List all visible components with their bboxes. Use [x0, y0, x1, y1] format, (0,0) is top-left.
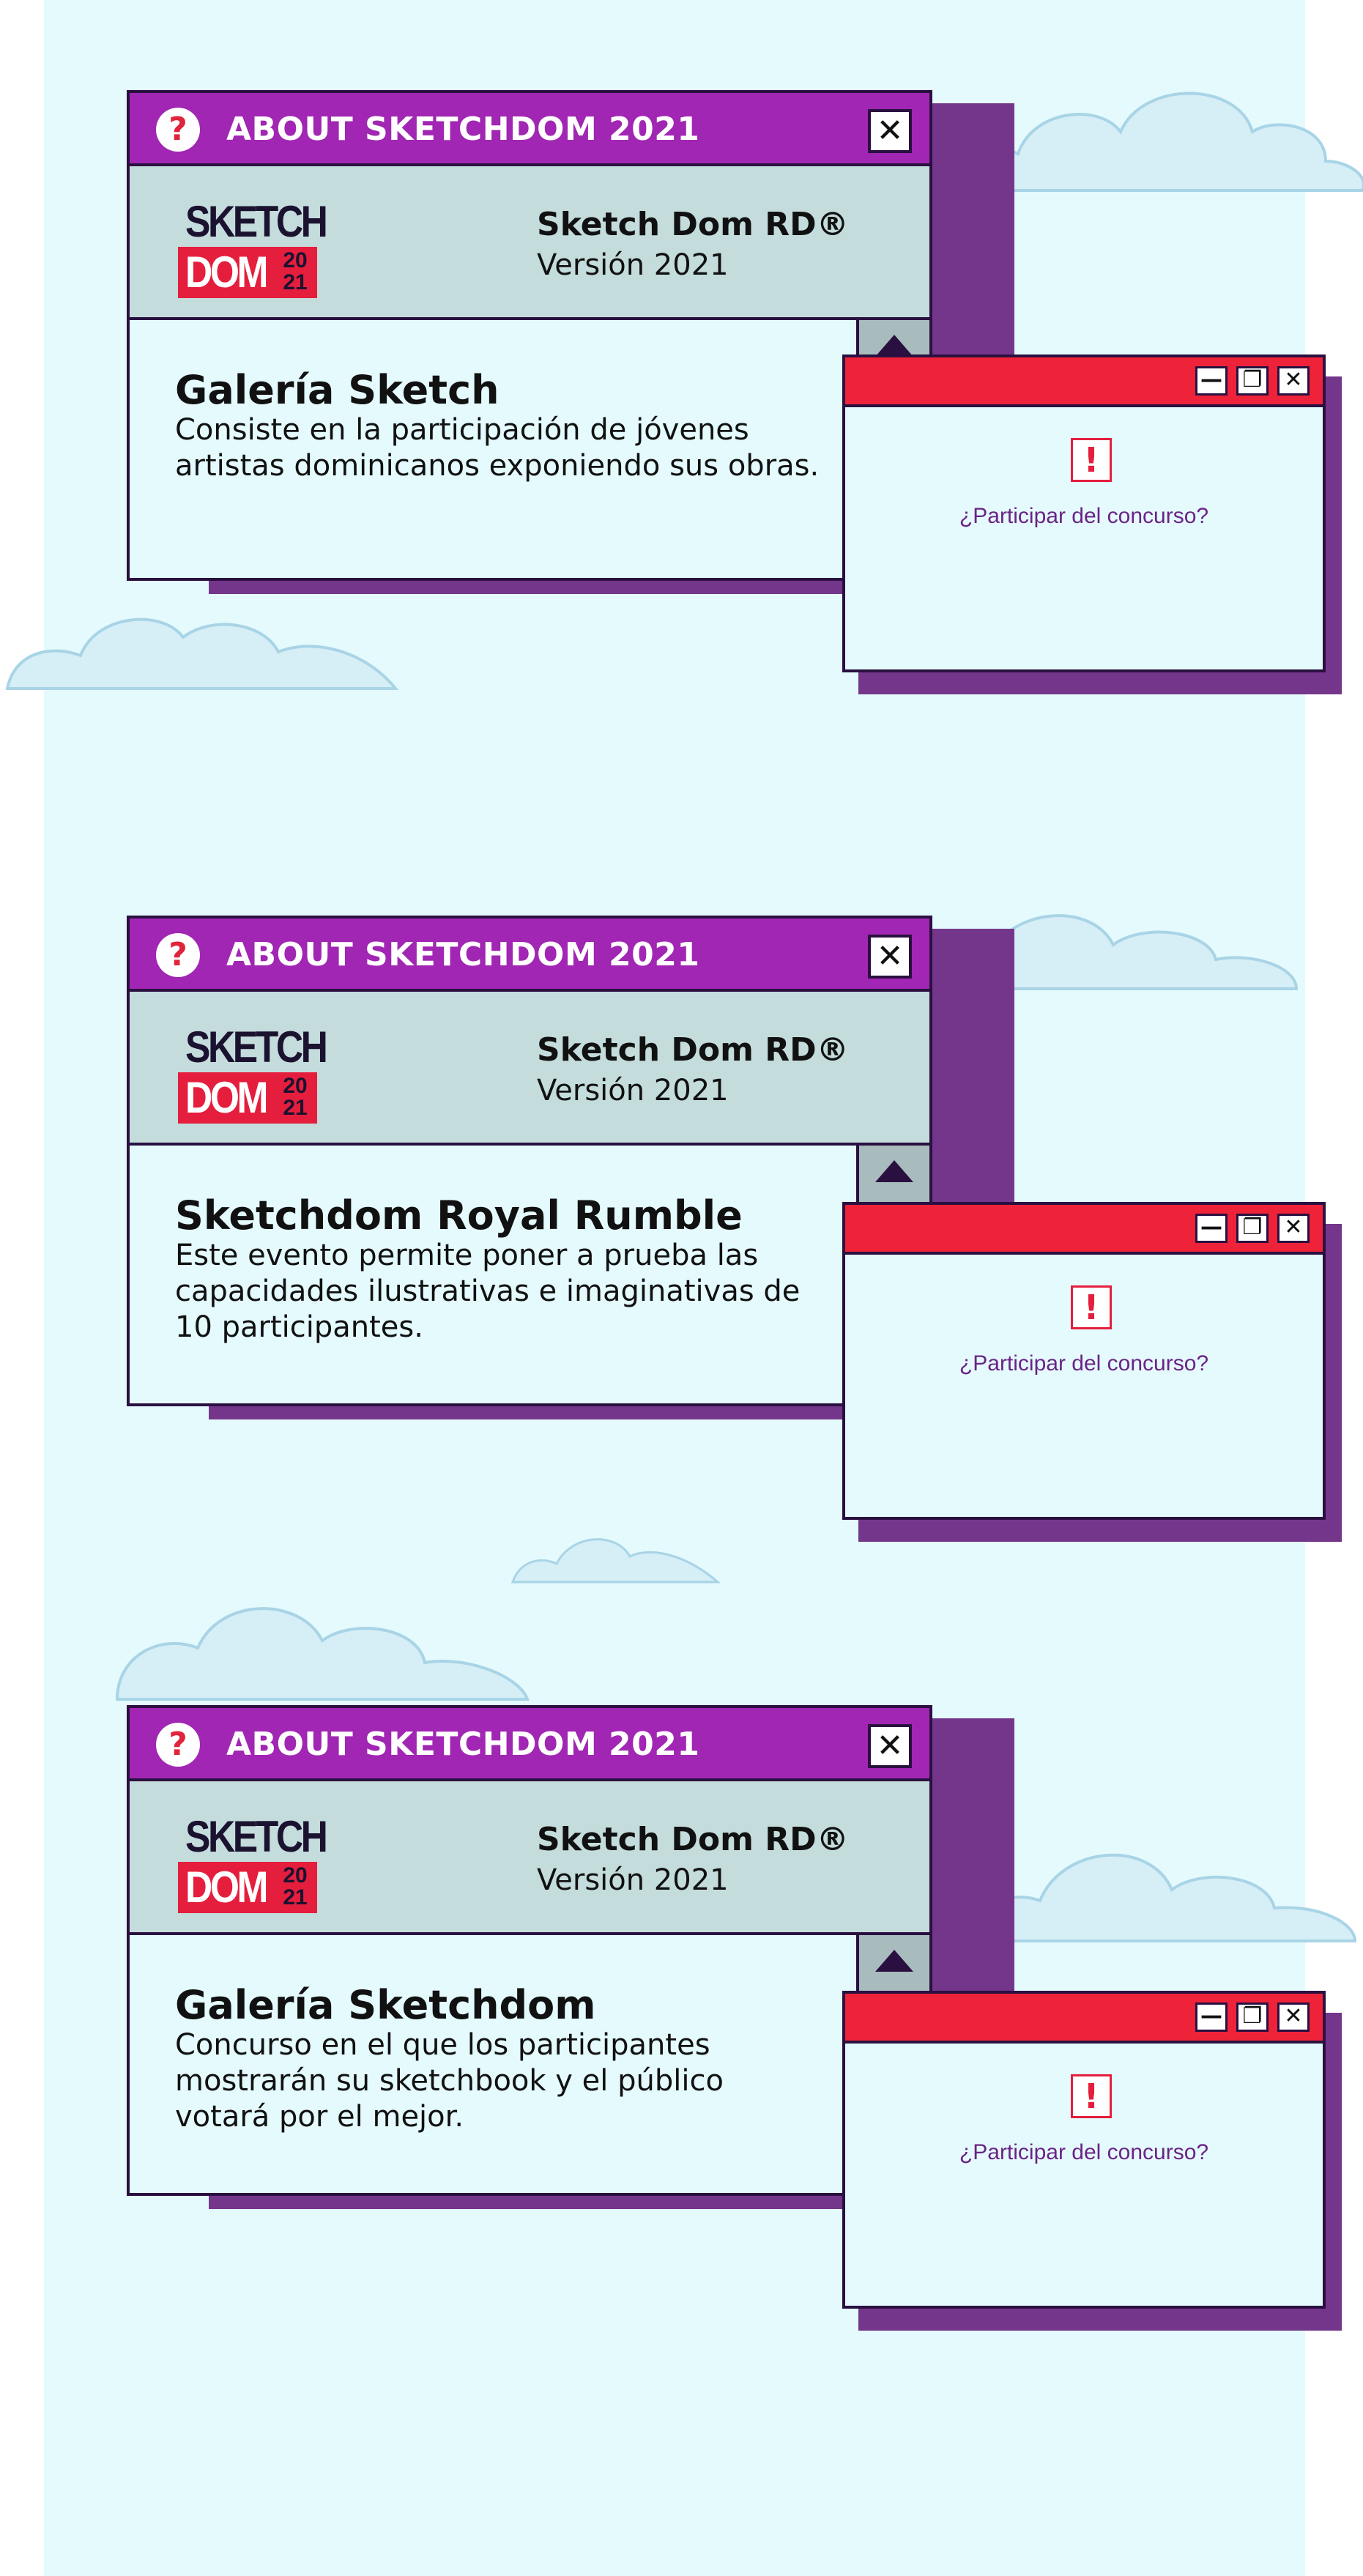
alert-dialog-frame: — ❐ ✕ ! ¿Participar del concurso? — [842, 1991, 1326, 2309]
event-title: Sketchdom Royal Rumble — [175, 1192, 743, 1239]
restore-icon[interactable]: ❐ — [1236, 1214, 1269, 1243]
exclamation-icon: ! — [1071, 438, 1112, 482]
event-title: Galería Sketch — [175, 367, 499, 413]
exclamation-icon: ! — [1071, 1285, 1112, 1329]
triangle-up-icon[interactable] — [875, 1160, 913, 1182]
cloud-decoration — [510, 1538, 721, 1584]
sketchdom-logo: SKETCH DOM 20 21 — [178, 198, 328, 298]
question-circle-icon: ? — [156, 933, 200, 977]
alert-dialog: — ❐ ✕ ! ¿Participar del concurso? — [842, 355, 1342, 694]
window-title: ABOUT SKETCHDOM 2021 — [226, 111, 700, 148]
triangle-up-icon[interactable] — [875, 1950, 913, 1972]
event-description: Este evento permite poner a prueba las c… — [175, 1239, 801, 1344]
contest-question-link[interactable]: ¿Participar del concurso? — [845, 2139, 1323, 2167]
contest-question-link[interactable]: ¿Participar del concurso? — [845, 1350, 1323, 1378]
event-content: Sketchdom Royal Rumble Este evento permi… — [130, 1146, 929, 1406]
window-title: ABOUT SKETCHDOM 2021 — [226, 1726, 700, 1763]
about-titlebar[interactable]: ? ABOUT SKETCHDOM 2021 ✕ — [130, 1708, 929, 1781]
about-window: ? ABOUT SKETCHDOM 2021 ✕ SKETCH DOM 20 21… — [127, 90, 1014, 594]
alert-dialog: — ❐ ✕ ! ¿Participar del concurso? — [842, 1202, 1342, 1542]
alert-dialog: — ❐ ✕ ! ¿Participar del concurso? — [842, 1991, 1342, 2331]
product-version: Versión 2021 — [537, 1863, 729, 1897]
about-window: ? ABOUT SKETCHDOM 2021 ✕ SKETCH DOM 20 21… — [127, 1705, 1014, 2209]
product-name: Sketch Dom RD® — [537, 1821, 849, 1858]
close-x-icon[interactable]: ✕ — [1277, 2002, 1310, 2032]
event-content: Galería Sketchdom Concurso en el que los… — [130, 1935, 929, 2196]
close-x-icon[interactable]: ✕ — [1277, 1214, 1310, 1243]
sketchdom-logo: SKETCH DOM 20 21 — [178, 1814, 328, 1913]
alert-dialog-frame: — ❐ ✕ ! ¿Participar del concurso? — [842, 355, 1326, 672]
product-name: Sketch Dom RD® — [537, 1031, 849, 1069]
restore-icon[interactable]: ❐ — [1236, 2002, 1269, 2032]
event-title: Galería Sketchdom — [175, 1982, 596, 2028]
page-background: ? ABOUT SKETCHDOM 2021 ✕ SKETCH DOM 20 21… — [5, 0, 1363, 2576]
cloud-decoration — [115, 1607, 530, 1701]
close-x-icon[interactable]: ✕ — [1277, 366, 1310, 396]
event-description: Consiste en la participación de jóvenes … — [175, 413, 820, 483]
alert-titlebar[interactable]: — ❐ ✕ — [845, 357, 1323, 407]
alert-titlebar[interactable]: — ❐ ✕ — [845, 1994, 1323, 2044]
close-button[interactable]: ✕ — [868, 935, 912, 979]
about-window: ? ABOUT SKETCHDOM 2021 ✕ SKETCH DOM 20 21… — [127, 916, 1014, 1419]
about-window-frame: ? ABOUT SKETCHDOM 2021 ✕ SKETCH DOM 20 21… — [127, 1705, 932, 2196]
product-info-bar: SKETCH DOM 20 21 Sketch Dom RD® Versión 2… — [130, 1781, 929, 1935]
alert-dialog-frame: — ❐ ✕ ! ¿Participar del concurso? — [842, 1202, 1326, 1520]
restore-icon[interactable]: ❐ — [1236, 366, 1269, 396]
event-content: Galería Sketch Consiste en la participac… — [130, 320, 929, 581]
alert-titlebar[interactable]: — ❐ ✕ — [845, 1205, 1323, 1255]
contest-question-link[interactable]: ¿Participar del concurso? — [845, 502, 1323, 530]
question-circle-icon: ? — [156, 1723, 200, 1767]
about-window-frame: ? ABOUT SKETCHDOM 2021 ✕ SKETCH DOM 20 21… — [127, 90, 932, 581]
about-titlebar[interactable]: ? ABOUT SKETCHDOM 2021 ✕ — [130, 918, 929, 992]
triangle-up-icon[interactable] — [875, 335, 913, 357]
minimize-icon[interactable]: — — [1195, 366, 1228, 396]
product-name: Sketch Dom RD® — [537, 206, 849, 243]
about-titlebar[interactable]: ? ABOUT SKETCHDOM 2021 ✕ — [130, 93, 929, 166]
product-version: Versión 2021 — [537, 1074, 729, 1107]
minimize-icon[interactable]: — — [1195, 1214, 1228, 1243]
minimize-icon[interactable]: — — [1195, 2002, 1228, 2032]
event-description: Concurso en el que los participantes mos… — [175, 2028, 724, 2134]
close-button[interactable]: ✕ — [868, 1724, 912, 1768]
window-title: ABOUT SKETCHDOM 2021 — [226, 936, 700, 973]
about-window-frame: ? ABOUT SKETCHDOM 2021 ✕ SKETCH DOM 20 21… — [127, 916, 932, 1406]
exclamation-icon: ! — [1071, 2074, 1112, 2118]
close-button[interactable]: ✕ — [868, 109, 912, 153]
product-info-bar: SKETCH DOM 20 21 Sketch Dom RD® Versión 2… — [130, 992, 929, 1146]
product-info-bar: SKETCH DOM 20 21 Sketch Dom RD® Versión 2… — [130, 166, 929, 320]
product-version: Versión 2021 — [537, 248, 729, 282]
sketchdom-logo: SKETCH DOM 20 21 — [178, 1024, 328, 1124]
question-circle-icon: ? — [156, 108, 200, 152]
